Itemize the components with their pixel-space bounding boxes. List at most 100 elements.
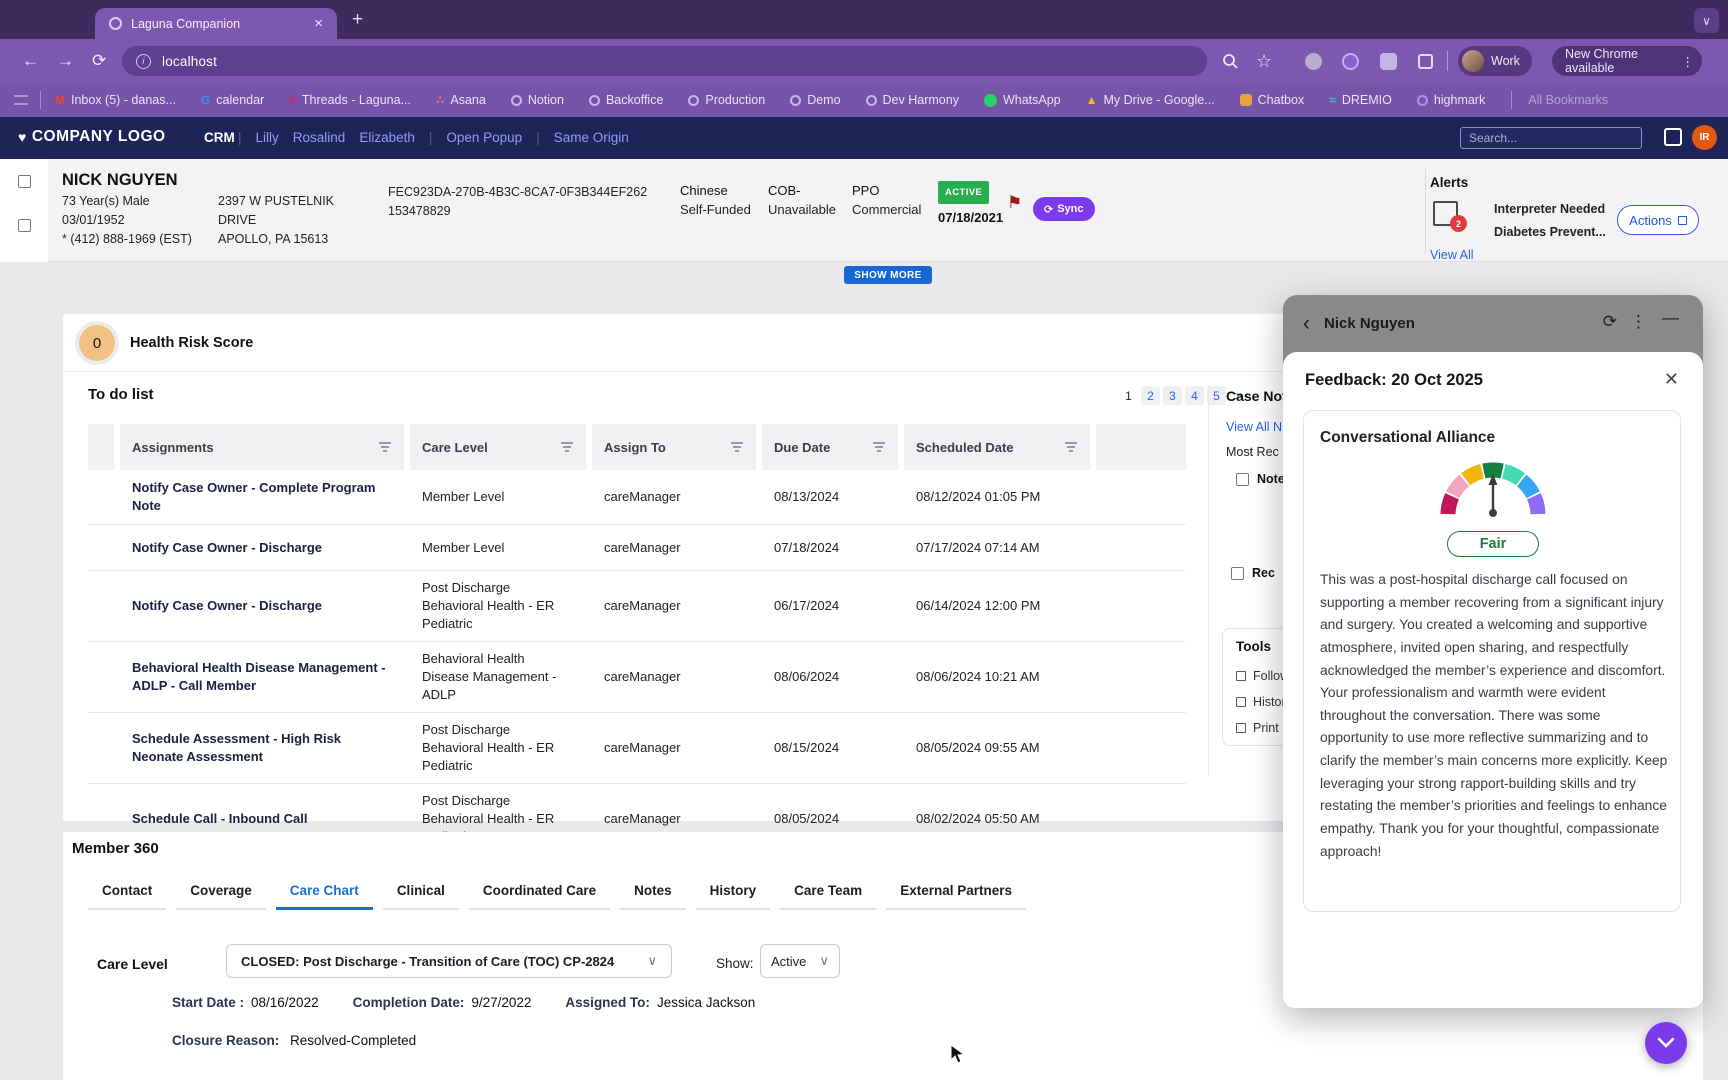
rec-checkbox[interactable] (1231, 567, 1244, 580)
tool-item-follow[interactable]: Follow (1236, 669, 1289, 683)
crm-search-input[interactable] (1460, 127, 1642, 149)
note-checkbox[interactable] (1236, 473, 1249, 486)
reload-icon[interactable]: ⟳ (92, 39, 106, 83)
tab-coordinated-care[interactable]: Coordinated Care (469, 876, 610, 910)
bookmark-item[interactable]: Backoffice (589, 93, 663, 107)
tab-search-chevron-icon[interactable]: ∨ (1694, 8, 1719, 33)
todo-row[interactable]: Behavioral Health Disease Management - A… (88, 642, 1186, 713)
bookmark-star-icon[interactable]: ☆ (1256, 39, 1272, 83)
header-cell[interactable]: Care Level (410, 424, 586, 470)
tool-item-print[interactable]: Print (1236, 721, 1279, 735)
site-info-icon[interactable]: i (136, 54, 151, 69)
rail-checkbox-1[interactable] (18, 175, 31, 188)
nav-link[interactable]: Rosalind (293, 130, 346, 145)
close-icon[interactable]: ✕ (1664, 369, 1679, 390)
pagination-item[interactable]: 5 (1207, 386, 1226, 405)
back-icon[interactable]: ← (22, 39, 39, 83)
show-more-button[interactable]: SHOW MORE (844, 266, 932, 284)
nav-link[interactable]: Elizabeth (359, 130, 415, 145)
zoom-icon[interactable] (1222, 39, 1239, 83)
filter-icon[interactable] (730, 441, 744, 453)
crm-navbar: ♥ COMPANY LOGO CRM |LillyRosalindElizabe… (0, 117, 1728, 159)
tab-care-team[interactable]: Care Team (780, 876, 876, 910)
bookmark-item[interactable]: Chatbox (1240, 93, 1305, 107)
filter-icon[interactable] (1064, 441, 1078, 453)
chrome-update-button[interactable]: New Chrome available ⋮ (1552, 46, 1702, 76)
crm-user-avatar[interactable]: IR (1692, 125, 1717, 150)
forward-icon[interactable]: → (57, 39, 74, 83)
pagination-item[interactable]: 3 (1163, 386, 1182, 405)
bookmark-item[interactable]: Demo (790, 93, 840, 107)
tab-close-icon[interactable]: × (310, 15, 327, 32)
tab-care-chart[interactable]: Care Chart (276, 876, 373, 910)
minimize-icon[interactable]: — (1662, 308, 1679, 328)
chevron-down-icon: ∨ (819, 953, 829, 969)
new-tab-button[interactable]: + (352, 9, 363, 31)
bookmark-item[interactable]: ▲My Drive - Google... (1086, 93, 1215, 107)
todo-row[interactable]: Notify Case Owner - Discharge Member Lev… (88, 525, 1186, 571)
kebab-menu-icon[interactable]: ⋮ (1630, 312, 1647, 332)
nav-link[interactable]: Lilly (256, 130, 279, 145)
bookmark-item[interactable]: Production (688, 93, 765, 107)
password-extension-icon[interactable] (1305, 39, 1322, 83)
care-level-select[interactable]: CLOSED: Post Discharge - Transition of C… (226, 944, 672, 978)
bookmark-item[interactable]: WhatsApp (984, 93, 1061, 107)
nav-link[interactable]: Open Popup (446, 130, 522, 145)
pagination-item[interactable]: 4 (1185, 386, 1204, 405)
tab-contact[interactable]: Contact (88, 876, 166, 910)
tab-notes[interactable]: Notes (620, 876, 686, 910)
bookmark-item[interactable]: #Threads - Laguna... (289, 93, 411, 107)
view-all-link[interactable]: View All (1430, 248, 1474, 262)
pagination-item[interactable]: 1 (1119, 386, 1138, 405)
purple-extension-icon[interactable] (1342, 39, 1359, 83)
header-cell[interactable]: Due Date (762, 424, 898, 470)
bookmark-item[interactable]: ∴Asana (436, 93, 486, 107)
all-bookmarks-label[interactable]: All Bookmarks (1528, 93, 1608, 107)
tab-clinical[interactable]: Clinical (383, 876, 459, 910)
sync-label: Sync (1057, 203, 1083, 215)
todo-row[interactable]: Schedule Assessment - High Risk Neonate … (88, 713, 1186, 784)
filter-icon[interactable] (872, 441, 886, 453)
bookmark-item[interactable]: Dev Harmony (866, 93, 959, 107)
bookmark-item[interactable]: Notion (511, 93, 564, 107)
show-select[interactable]: Active ∨ (760, 944, 840, 978)
sync-button[interactable]: ⟳ Sync (1033, 197, 1095, 221)
nav-link[interactable]: Same Origin (554, 130, 629, 145)
back-chevron-icon[interactable]: ‹ (1303, 312, 1310, 336)
browser-profile-chip[interactable]: Work (1458, 46, 1532, 76)
bookmark-item[interactable]: ≈DREMIO (1329, 93, 1392, 107)
todo-row[interactable]: Notify Case Owner - Complete Program Not… (88, 470, 1186, 525)
rail-checkbox-2[interactable] (18, 219, 31, 232)
scroll-down-fab[interactable] (1645, 1022, 1687, 1064)
tab-history[interactable]: History (696, 876, 771, 910)
bookmark-item[interactable]: highmark (1417, 93, 1485, 107)
pagination-item[interactable]: 2 (1141, 386, 1160, 405)
bookmark-item[interactable]: Gcalendar (201, 93, 264, 107)
url-bar[interactable]: i localhost (122, 46, 1207, 76)
tab-external-partners[interactable]: External Partners (886, 876, 1026, 910)
filter-icon[interactable] (560, 441, 574, 453)
browser-tab[interactable]: Laguna Companion × (95, 8, 337, 39)
docs-extension-icon[interactable] (1380, 39, 1397, 83)
flag-icon[interactable]: ⚑ (1007, 193, 1022, 213)
view-all-notes-link[interactable]: View All N (1226, 420, 1282, 434)
tool-icon (1236, 671, 1246, 681)
extensions-puzzle-icon[interactable] (1418, 39, 1433, 83)
filter-icon[interactable] (378, 441, 392, 453)
panel-toggle-icon[interactable] (1664, 128, 1682, 146)
browser-menu-kebab-icon[interactable]: ⋮ (1682, 54, 1695, 69)
feedback-title: Feedback: 20 Oct 2025 (1305, 371, 1483, 390)
tab-coverage[interactable]: Coverage (176, 876, 266, 910)
note-checkbox-row[interactable]: Note (1236, 472, 1285, 486)
rating-gauge (1433, 455, 1553, 526)
side-panel-icon[interactable] (14, 95, 28, 105)
header-cell[interactable]: Assignments (120, 424, 404, 470)
actions-button[interactable]: Actions (1617, 205, 1699, 235)
header-cell[interactable]: Scheduled Date (904, 424, 1090, 470)
todo-row[interactable]: Notify Case Owner - Discharge Post Disch… (88, 571, 1186, 642)
rec-checkbox-row[interactable]: Rec (1231, 566, 1275, 580)
whatsapp-icon (984, 94, 997, 107)
header-cell[interactable]: Assign To (592, 424, 756, 470)
bookmark-item[interactable]: MInbox (5) - danas... (55, 93, 176, 107)
refresh-icon[interactable]: ⟳ (1603, 312, 1617, 332)
